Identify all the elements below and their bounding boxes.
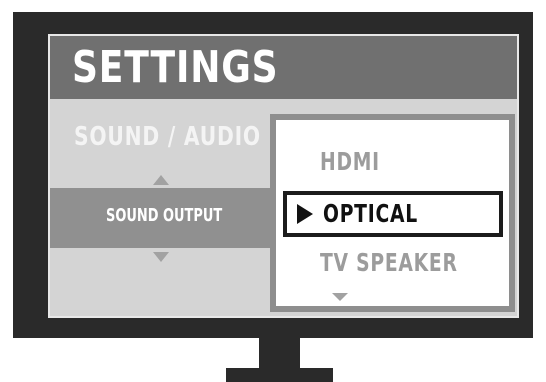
output-options-panel: HDMI OPTICAL TV SPEAKER — [270, 114, 515, 312]
sound-output-label: SOUND OUTPUT — [106, 205, 223, 226]
section-label: SOUND / AUDIO — [74, 122, 261, 152]
sound-output-row[interactable]: SOUND OUTPUT — [50, 188, 270, 248]
title-bar: SETTINGS — [50, 36, 517, 99]
options-down-arrow-icon[interactable] — [332, 293, 348, 301]
play-arrow-icon — [297, 204, 313, 224]
tv-stand-base — [226, 368, 333, 382]
scroll-down-arrow-icon[interactable] — [153, 252, 169, 262]
scroll-up-arrow-icon[interactable] — [153, 175, 169, 185]
option-tv-speaker[interactable]: TV SPEAKER — [320, 248, 458, 277]
settings-title: SETTINGS — [72, 42, 279, 93]
option-optical-selected[interactable]: OPTICAL — [283, 191, 503, 237]
option-optical-label: OPTICAL — [323, 199, 418, 228]
tv-screen: SETTINGS SOUND / AUDIO SOUND OUTPUT HDMI… — [48, 34, 519, 318]
option-hdmi[interactable]: HDMI — [320, 147, 380, 176]
tv-stand-neck — [259, 336, 300, 370]
